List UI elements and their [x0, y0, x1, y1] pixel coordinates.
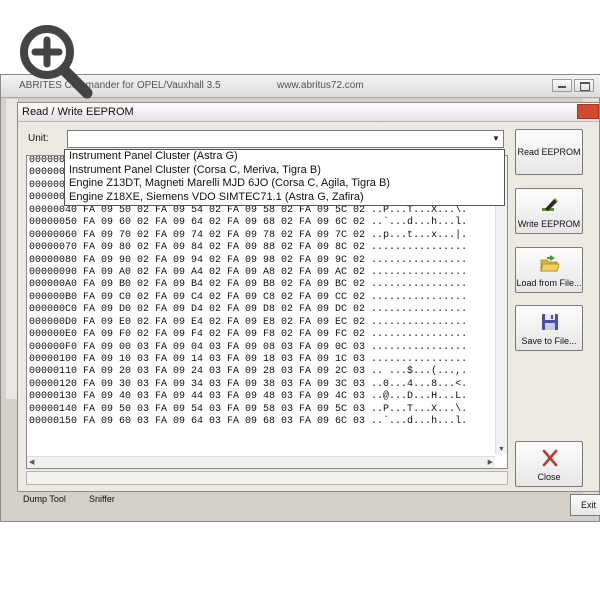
minimize-icon [558, 86, 566, 88]
hex-row: 00000150 FA 09 60 03 FA 09 64 03 FA 09 6… [29, 416, 468, 428]
hex-row: 00000080 FA 09 90 02 FA 09 94 02 FA 09 9… [29, 254, 468, 266]
hex-row: 00000090 FA 09 A0 02 FA 09 A4 02 FA 09 A… [29, 266, 468, 278]
hex-row: 00000050 FA 09 60 02 FA 09 64 02 FA 09 6… [29, 217, 468, 229]
scroll-left-icon[interactable]: ◀ [29, 458, 34, 466]
hex-row: 00000100 FA 09 10 03 FA 09 14 03 FA 09 1… [29, 354, 468, 365]
pen-icon [542, 198, 558, 211]
hex-row: 000000C0 FA 09 D0 02 FA 09 D4 02 FA 09 D… [29, 304, 468, 316]
maximize-icon [580, 82, 590, 91]
hex-row: 000000B0 FA 09 C0 02 FA 09 C4 02 FA 09 C… [29, 291, 468, 303]
write-eeprom-label: Write EEPROM [517, 219, 581, 229]
hex-row: 00000070 FA 09 80 02 FA 09 84 02 FA 09 8… [29, 242, 468, 254]
close-button[interactable]: Close [515, 441, 583, 487]
save-to-file-button[interactable]: Save to File... [515, 305, 583, 351]
unit-option[interactable]: Engine Z18XE, Siemens VDO SIMTEC71.1 (As… [65, 191, 504, 205]
main-window-url: www.abritus72.com [277, 80, 364, 91]
unit-dropdown-list: Instrument Panel Cluster (Astra G) Instr… [64, 149, 505, 206]
unit-select[interactable]: ▼ [67, 130, 504, 148]
write-eeprom-button[interactable]: Write EEPROM [515, 188, 583, 234]
load-from-file-button[interactable]: Load from File... [515, 247, 583, 293]
hex-status-bar [26, 471, 508, 485]
hex-row: 00000110 FA 09 20 03 FA 09 24 03 FA 09 2… [29, 366, 468, 378]
hex-row: 000000A0 FA 09 B0 02 FA 09 B4 02 FA 09 B… [29, 279, 468, 291]
exit-button[interactable]: Exit [570, 494, 600, 516]
unit-label: Unit: [28, 133, 49, 144]
zoom-in-icon[interactable] [15, 20, 105, 108]
unit-option[interactable]: Engine Z13DT, Magneti Marelli MJD 6JO (C… [65, 177, 504, 191]
unit-option[interactable]: Instrument Panel Cluster (Astra G) [65, 150, 504, 164]
read-eeprom-label: Read EEPROM [517, 147, 581, 157]
folder-open-icon [540, 255, 560, 272]
hex-row: 000000F0 FA 09 00 03 FA 09 04 03 FA 09 0… [29, 341, 468, 353]
hex-row: 00000120 FA 09 30 03 FA 09 34 03 FA 09 3… [29, 378, 468, 390]
chevron-down-icon[interactable]: ▼ [489, 131, 503, 147]
load-from-file-label: Load from File... [516, 278, 582, 288]
tab-dump-tool[interactable]: Dump Tool [23, 494, 66, 504]
hex-row: 00000040 FA 09 50 02 FA 09 54 02 FA 09 5… [29, 204, 468, 216]
eeprom-dialog: Read / Write EEPROM Unit: ▼ 00000000 FA … [17, 102, 600, 492]
close-label: Close [537, 472, 561, 482]
hex-row: 00000130 FA 09 40 03 FA 09 44 03 FA 09 4… [29, 391, 468, 403]
dialog-close-button[interactable] [577, 104, 599, 119]
dialog-titlebar[interactable]: Read / Write EEPROM [18, 103, 599, 122]
hex-row: 00000140 FA 09 50 03 FA 09 54 03 FA 09 5… [29, 403, 468, 415]
red-x-icon [542, 449, 558, 467]
tab-sniffer[interactable]: Sniffer [89, 494, 115, 504]
scroll-right-icon[interactable]: ▶ [488, 458, 493, 466]
read-eeprom-button[interactable]: Read EEPROM [515, 129, 583, 175]
hex-row: 000000D0 FA 09 E0 02 FA 09 E4 02 FA 09 E… [29, 316, 468, 328]
floppy-disk-icon [542, 314, 558, 330]
minimize-button[interactable] [552, 79, 572, 92]
scroll-down-icon[interactable]: ▼ [498, 446, 505, 453]
unit-option[interactable]: Instrument Panel Cluster (Corsa C, Meriv… [65, 164, 504, 178]
maximize-button[interactable] [574, 79, 594, 92]
save-to-file-label: Save to File... [521, 336, 577, 346]
hex-row: 000000E0 FA 09 F0 02 FA 09 F4 02 FA 09 F… [29, 329, 468, 341]
hex-row: 00000060 FA 09 70 02 FA 09 74 02 FA 09 7… [29, 229, 468, 241]
horizontal-scrollbar[interactable]: ◀ ▶ [27, 456, 495, 468]
